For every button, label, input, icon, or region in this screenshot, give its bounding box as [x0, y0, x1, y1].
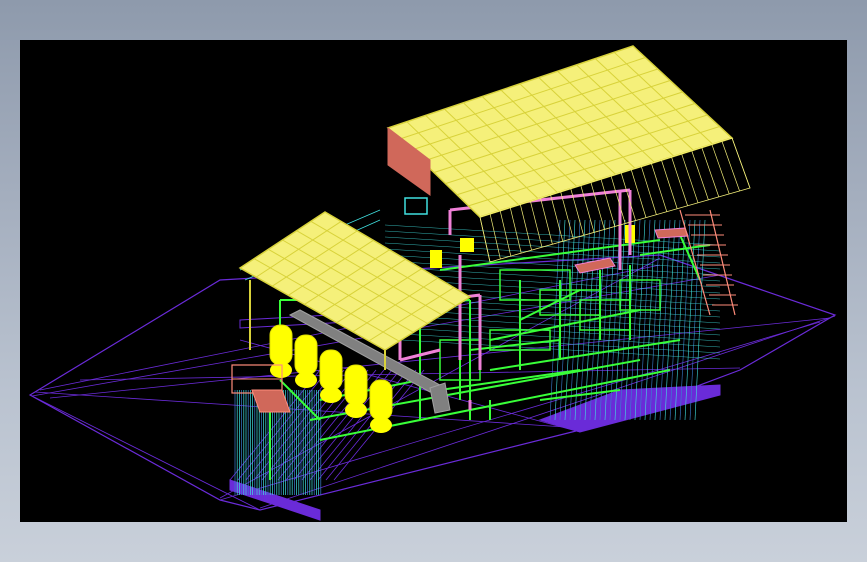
- roof-eave-line: [731, 137, 751, 189]
- roof-eave-line: [610, 175, 626, 224]
- roof-eave-line: [530, 201, 543, 248]
- cad-viewport[interactable]: [20, 40, 847, 522]
- frame-member: [639, 244, 711, 256]
- roof-eave-line: [489, 213, 501, 260]
- small-equipment: [430, 250, 442, 268]
- roof-eave-line: [640, 166, 657, 215]
- roof-eave-line: [711, 144, 730, 195]
- column-line: [549, 219, 561, 421]
- roof-eave-line: [620, 172, 636, 221]
- roof-eave-line: [580, 185, 595, 233]
- pink-panel: [654, 227, 689, 239]
- tank-body: [269, 324, 293, 366]
- steel-column: [429, 382, 451, 414]
- foundation-block: [538, 384, 721, 433]
- foundation-edge: [29, 394, 261, 511]
- roof-eave-line: [499, 210, 512, 257]
- roof-eave-line: [479, 216, 491, 263]
- roof-eave-line: [590, 182, 605, 230]
- roof-eave-line: [721, 141, 740, 192]
- window-frame: [404, 197, 428, 215]
- roof-eave-line: [600, 178, 616, 227]
- roof-eave-line: [630, 169, 647, 218]
- roof-eave-line: [540, 197, 553, 245]
- tank-bottom: [270, 362, 292, 378]
- roof-eave-line: [519, 204, 532, 251]
- cad-drawing: [28, 45, 837, 521]
- tank-body: [369, 379, 393, 421]
- tank-body: [344, 364, 368, 406]
- roof-eave-line: [550, 194, 564, 242]
- roof-eave-line: [509, 207, 522, 254]
- tank-bottom: [295, 372, 317, 388]
- roof-eave-line: [560, 191, 574, 239]
- tank-bottom: [370, 417, 392, 433]
- platform-deck: [251, 389, 291, 413]
- pink-panel: [574, 257, 616, 274]
- large-roof: [386, 45, 751, 263]
- tank-body: [294, 334, 318, 376]
- tank-bottom: [345, 402, 367, 418]
- tank-bottom: [320, 387, 342, 403]
- roof-eave-line: [701, 147, 720, 197]
- small-equipment: [460, 238, 474, 252]
- tank-body: [319, 349, 343, 391]
